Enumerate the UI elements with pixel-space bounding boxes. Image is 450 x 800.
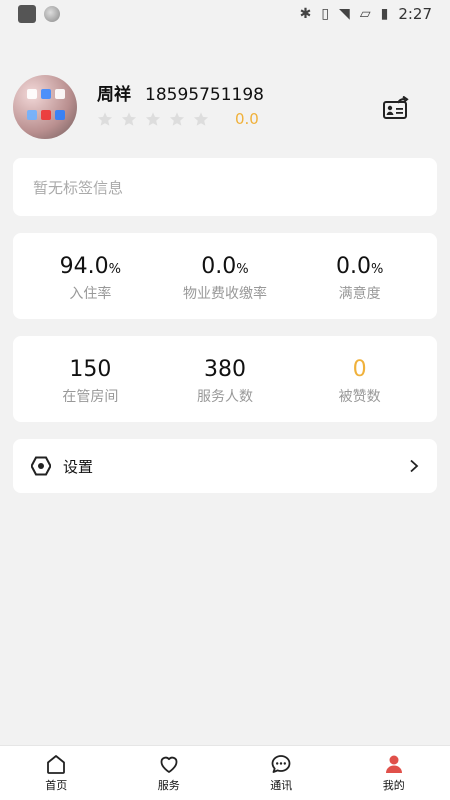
business-card-icon[interactable]	[383, 96, 409, 120]
battery-icon: ▮	[380, 6, 389, 22]
person-icon	[385, 755, 402, 773]
wifi-icon: ◥	[339, 6, 350, 22]
stat-likes[interactable]: 0 被赞数	[295, 356, 425, 406]
status-time: 2:27	[398, 5, 432, 23]
stats-card-rates: 94.0% 入住率 0.0% 物业费收缴率 0.0% 满意度	[13, 233, 437, 319]
stat-rooms-managed[interactable]: 150 在管房间	[25, 356, 155, 406]
stats-card-counts: 150 在管房间 380 服务人数 0 被赞数	[13, 336, 437, 422]
avatar[interactable]	[13, 75, 77, 139]
heart-icon	[160, 756, 178, 773]
rating-stars: 0.0	[97, 110, 259, 128]
app-notification-icon	[18, 5, 36, 23]
tab-mine[interactable]: 我的	[338, 746, 450, 800]
tags-placeholder: 暂无标签信息	[33, 178, 124, 197]
stat-occupancy: 94.0% 入住率	[59, 254, 121, 302]
bluetooth-icon: ✱	[299, 6, 312, 22]
profile-header: 周祥 18595751198 0.0	[13, 72, 437, 142]
no-sim-icon: ▱	[359, 6, 371, 22]
settings-hexagon-icon	[31, 456, 51, 476]
user-phone: 18595751198	[145, 85, 264, 105]
settings-row[interactable]: 设置	[13, 439, 437, 493]
star-icon	[170, 112, 184, 126]
star-icon	[194, 112, 208, 126]
stat-satisfaction: 0.0% 满意度	[335, 254, 384, 302]
tab-service[interactable]: 服务	[113, 746, 226, 800]
tab-home[interactable]: 首页	[0, 746, 113, 800]
vibrate-icon: ▯	[321, 6, 330, 22]
star-icon	[122, 112, 136, 126]
star-icon	[98, 112, 112, 126]
home-icon	[47, 755, 66, 774]
chat-icon	[271, 755, 291, 773]
chevron-right-icon	[410, 459, 419, 473]
stat-fee-collection: 0.0% 物业费收缴率	[182, 254, 267, 302]
tab-messages[interactable]: 通讯	[225, 746, 338, 800]
settings-label: 设置	[63, 457, 94, 476]
user-name: 周祥	[97, 85, 131, 105]
status-bar: ✱ ▯ ◥ ▱ ▮ 2:27	[0, 0, 450, 28]
stat-people-served[interactable]: 380 服务人数	[160, 356, 290, 406]
notification-dot-icon	[44, 6, 60, 22]
bottom-tab-bar: 首页 服务 通讯 我的	[0, 745, 450, 800]
tags-card[interactable]: 暂无标签信息	[13, 158, 437, 216]
rating-value: 0.0	[235, 110, 259, 128]
star-icon	[146, 112, 160, 126]
